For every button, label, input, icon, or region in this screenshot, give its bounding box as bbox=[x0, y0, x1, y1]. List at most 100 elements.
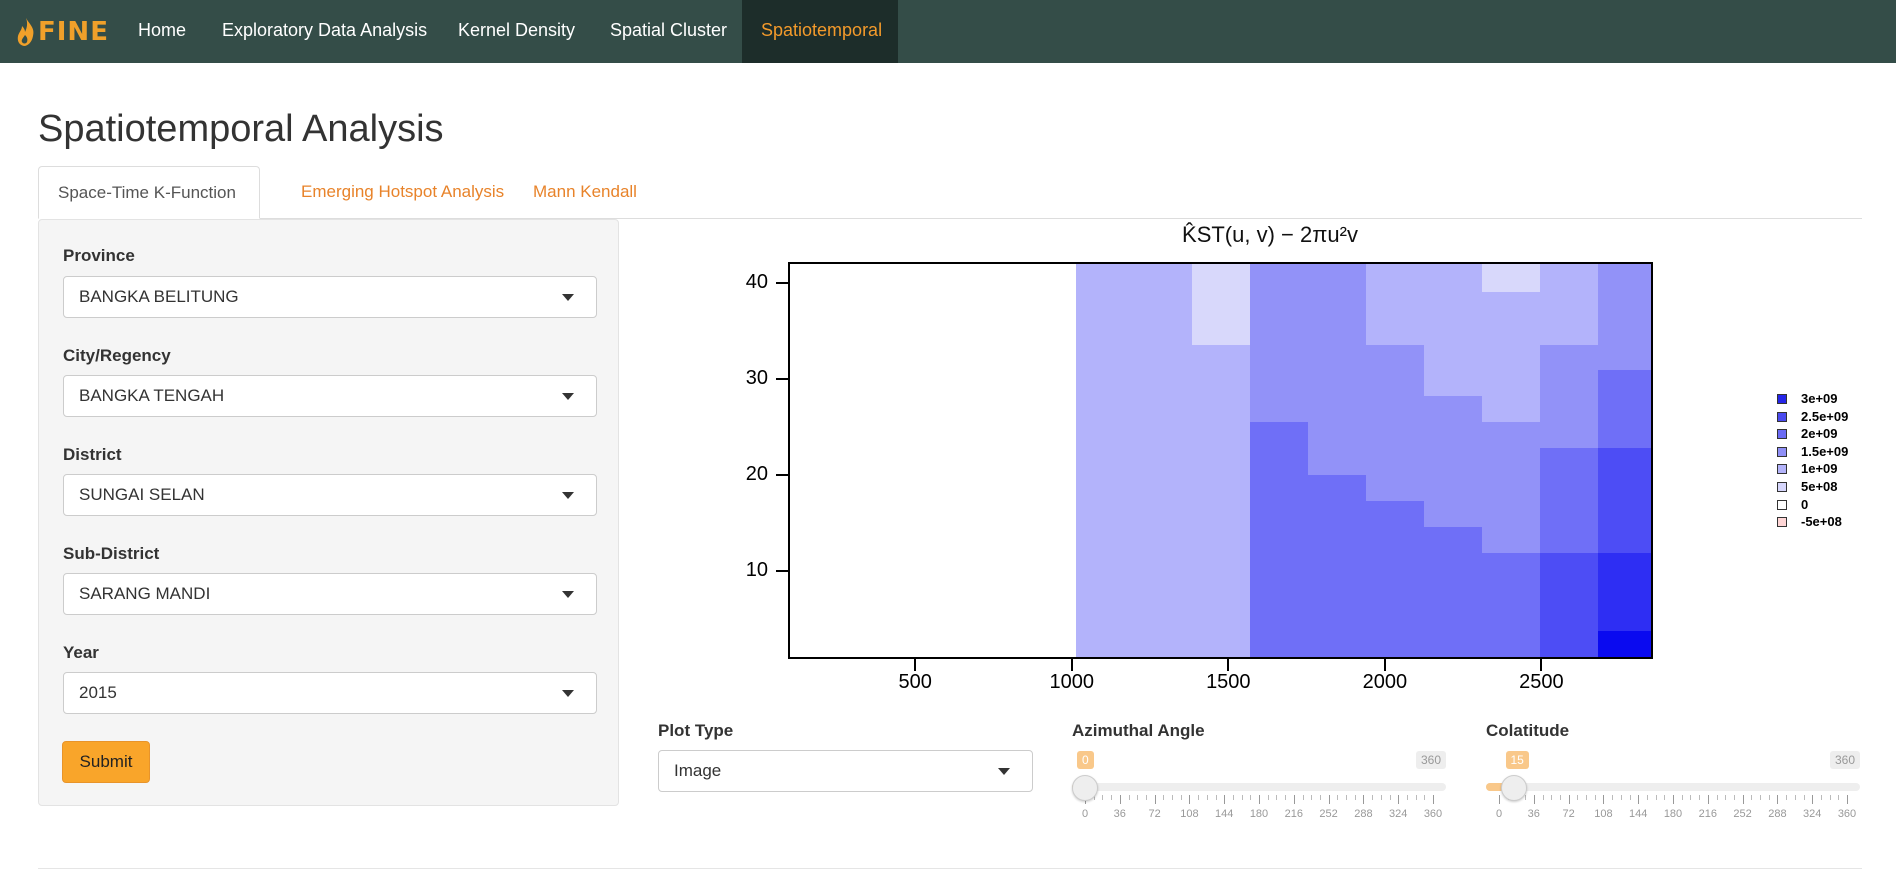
heatmap-cell bbox=[1308, 370, 1368, 398]
heatmap-cell bbox=[1134, 474, 1194, 502]
heatmap-cell bbox=[1134, 526, 1194, 554]
heatmap-cell bbox=[1134, 552, 1194, 580]
slider-track[interactable] bbox=[1072, 783, 1446, 791]
heatmap-cell bbox=[1192, 370, 1252, 398]
heatmap-cell bbox=[1424, 500, 1483, 528]
heatmap-cell bbox=[1539, 448, 1599, 476]
heatmap-cell bbox=[1424, 344, 1483, 372]
province-value: BANGKA BELITUNG bbox=[79, 287, 239, 306]
heatmap-cell bbox=[1424, 552, 1483, 580]
slider-handle[interactable] bbox=[1072, 775, 1098, 801]
heatmap-cell bbox=[1134, 370, 1194, 398]
heatmap-cell bbox=[1597, 448, 1651, 476]
legend-label: -5e+08 bbox=[1801, 514, 1842, 530]
heatmap-cell bbox=[1076, 448, 1136, 476]
caret-down-icon bbox=[562, 492, 574, 499]
sub-district-select[interactable]: SARANG MANDI bbox=[63, 573, 597, 615]
legend-swatch bbox=[1777, 394, 1787, 404]
slider-tick bbox=[1742, 795, 1744, 804]
slider-minor-tick bbox=[1180, 795, 1182, 800]
city-regency-value: BANGKA TENGAH bbox=[79, 386, 225, 405]
legend-entry: -5e+08 bbox=[1777, 514, 1877, 532]
flame-icon bbox=[17, 18, 34, 46]
plot-type-select[interactable]: Image bbox=[658, 750, 1033, 792]
slider-handle[interactable] bbox=[1500, 775, 1527, 801]
slider-minor-tick bbox=[1525, 795, 1527, 800]
slider-minor-tick bbox=[1716, 795, 1718, 800]
province-select[interactable]: BANGKA BELITUNG bbox=[63, 276, 597, 318]
city-regency-label: City/Regency bbox=[63, 346, 171, 365]
slider-minor-tick bbox=[1111, 795, 1113, 800]
slider-tick-label: 216 bbox=[1698, 808, 1717, 820]
nav-home[interactable]: Home bbox=[120, 0, 204, 63]
slider-minor-tick bbox=[1542, 795, 1544, 800]
heatmap-cell bbox=[1539, 605, 1599, 633]
legend-entry: 2.5e+09 bbox=[1777, 409, 1877, 427]
slider-minor-tick bbox=[1163, 795, 1165, 800]
heatmap-cell bbox=[1366, 291, 1425, 319]
heatmap-cell bbox=[1366, 605, 1425, 633]
heatmap-cell bbox=[1134, 264, 1194, 293]
slider-minor-tick bbox=[1681, 795, 1683, 800]
heatmap-cell bbox=[1366, 344, 1425, 372]
heatmap-cell bbox=[1192, 474, 1252, 502]
y-axis-tick-label: 20 bbox=[745, 462, 768, 485]
slider-minor-tick bbox=[1354, 795, 1356, 800]
slider-minor-tick bbox=[1415, 795, 1417, 800]
slider-tick bbox=[1328, 795, 1330, 804]
heatmap-cell bbox=[1481, 631, 1541, 657]
heatmap-cell bbox=[1597, 631, 1651, 657]
slider-tick bbox=[1499, 795, 1500, 804]
heatmap-cell bbox=[1539, 552, 1599, 580]
heatmap-cell bbox=[1597, 344, 1651, 372]
heatmap-cell bbox=[1308, 631, 1368, 657]
slider-minor-tick bbox=[1664, 795, 1666, 800]
year-select[interactable]: 2015 bbox=[63, 672, 597, 714]
analysis-tabs: Space-Time K-Function Emerging Hotspot A… bbox=[38, 166, 1862, 219]
nav-exploratory-data-analysis[interactable]: Exploratory Data Analysis bbox=[204, 0, 445, 63]
slider-minor-tick bbox=[1586, 795, 1587, 800]
colatitude-slider[interactable]: 15 360 0 36 72 108 144 180 216 252 288 324 360 bbox=[1486, 751, 1860, 821]
heatmap-cell bbox=[1192, 552, 1252, 580]
district-select[interactable]: SUNGAI SELAN bbox=[63, 474, 597, 516]
heatmap-cell bbox=[1597, 370, 1651, 398]
heatmap-cell bbox=[1192, 500, 1252, 528]
heatmap-cell bbox=[1424, 264, 1483, 293]
slider-tick bbox=[1119, 795, 1121, 804]
azimuthal-angle-slider[interactable]: 0 360 0 36 72 108 144 180 216 252 288 324 360 bbox=[1072, 751, 1446, 821]
slider-tick bbox=[1673, 795, 1674, 804]
tab-emerging-hotspot-analysis[interactable]: Emerging Hotspot Analysis bbox=[282, 166, 523, 218]
heatmap-cell bbox=[1308, 474, 1368, 502]
city-regency-select[interactable]: BANGKA TENGAH bbox=[63, 375, 597, 417]
slider-tick-label: 216 bbox=[1284, 808, 1303, 820]
slider-minor-tick bbox=[1820, 795, 1822, 800]
heatmap-cell bbox=[1366, 526, 1425, 554]
tab-mann-kendall[interactable]: Mann Kendall bbox=[514, 166, 656, 218]
slider-minor-tick bbox=[1380, 795, 1382, 800]
heatmap-cell bbox=[790, 526, 1078, 554]
heatmap-cell bbox=[1308, 317, 1368, 346]
y-axis-tick bbox=[776, 282, 788, 285]
submit-button[interactable]: Submit bbox=[62, 741, 150, 783]
slider-tick-label: 0 bbox=[1081, 808, 1089, 820]
heatmap-cell bbox=[1424, 448, 1483, 476]
legend-entry: 1e+09 bbox=[1777, 461, 1877, 479]
nav-spatial-cluster[interactable]: Spatial Cluster bbox=[592, 0, 745, 63]
heatmap-cell bbox=[1366, 500, 1425, 528]
slider-minor-tick bbox=[1128, 795, 1130, 800]
heatmap-cell bbox=[790, 552, 1078, 580]
nav-kernel-density[interactable]: Kernel Density bbox=[440, 0, 593, 63]
heatmap-cell bbox=[1076, 291, 1136, 319]
slider-max-label: 360 bbox=[1415, 751, 1446, 769]
nav-spatiotemporal[interactable]: Spatiotemporal bbox=[742, 0, 898, 63]
sub-district-value: SARANG MANDI bbox=[79, 584, 211, 603]
y-axis-tick-label: 40 bbox=[745, 271, 768, 294]
x-axis-tick bbox=[1227, 659, 1230, 671]
plot-type-value: Image bbox=[674, 761, 722, 780]
brand-logo[interactable]: FINE bbox=[16, 14, 109, 50]
tab-space-time-k-function[interactable]: Space-Time K-Function bbox=[38, 166, 260, 219]
slider-minor-tick bbox=[1725, 795, 1727, 800]
slider-track[interactable] bbox=[1486, 783, 1860, 791]
heatmap-cell bbox=[1134, 396, 1194, 424]
heatmap-cell bbox=[1192, 448, 1252, 476]
